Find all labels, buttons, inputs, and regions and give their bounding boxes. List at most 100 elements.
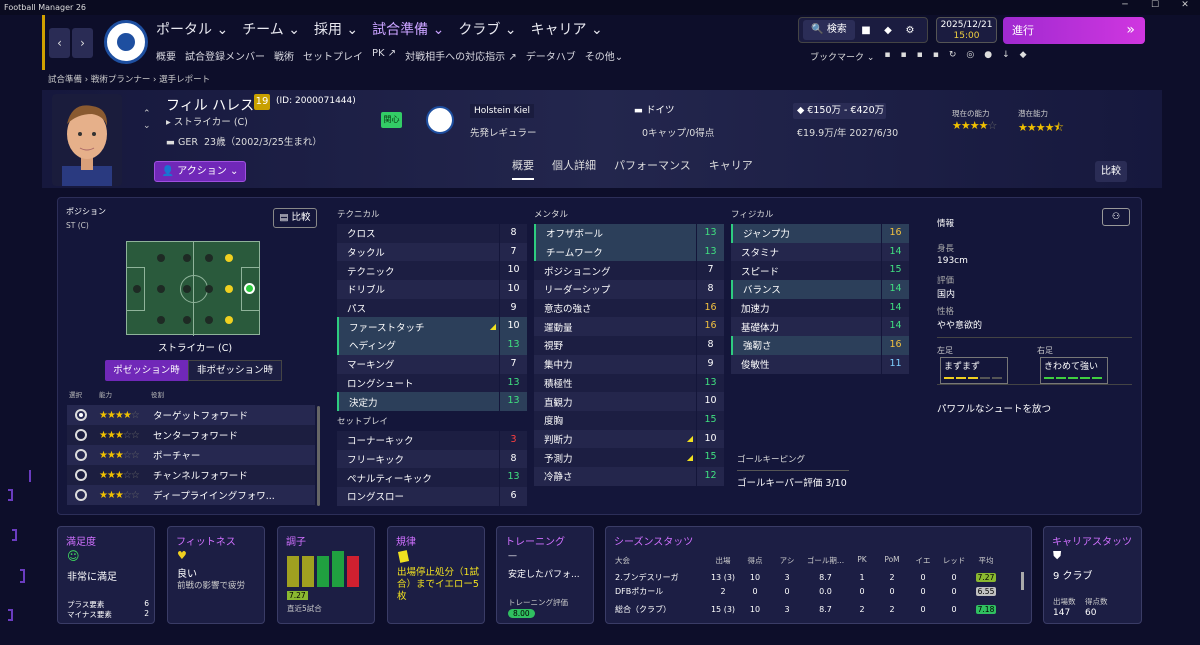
shirt-icon[interactable]: ▪ — [901, 50, 907, 63]
bookmark-icon[interactable]: ■ — [855, 25, 877, 36]
attribute-row[interactable]: 度胸 15 — [534, 410, 724, 430]
attribute-row[interactable]: ロングスロー 6 — [337, 486, 527, 506]
download-icon[interactable]: ↓ — [1002, 50, 1010, 63]
nav-portal[interactable]: ポータル ⌄ — [156, 19, 228, 39]
attribute-row[interactable]: クロス 8 — [337, 224, 527, 243]
attribute-row[interactable]: ロングシュート 13 — [337, 373, 527, 393]
career-stats-card[interactable]: キャリアスタッツ ⛊ 9 クラブ 出場数 147 得点数 60 — [1043, 526, 1142, 624]
role-row[interactable]: ★★★☆☆ ポーチャー — [67, 445, 315, 465]
attribute-row[interactable]: パス 9 — [337, 298, 527, 318]
fitness-card[interactable]: フィットネス ♥ 良い 前戦の影響で疲労 — [167, 526, 265, 624]
search-button[interactable]: 🔍 検索 — [803, 20, 855, 40]
gear-icon[interactable]: ⚙ — [899, 25, 921, 36]
interest-badge[interactable]: 関心 — [381, 112, 402, 128]
position-compare-button[interactable]: ▤ 比較 — [273, 208, 317, 228]
season-row[interactable]: 総合（クラブ） 15 (3) 10 3 8.7 2 2 0 0 7.18 — [615, 602, 1025, 616]
people-icon[interactable]: ▪ — [933, 50, 939, 63]
nav-club[interactable]: クラブ ⌄ — [458, 19, 516, 39]
attribute-row[interactable]: 集中力 9 — [534, 354, 724, 374]
attribute-row[interactable]: スピード 15 — [731, 261, 909, 281]
ball-icon[interactable]: ● — [984, 50, 992, 63]
crumb-1[interactable]: 戦術プランナー — [91, 75, 151, 85]
action-button[interactable]: 👤 アクション ⌄ — [154, 161, 246, 182]
attribute-row[interactable]: ファーストタッチ ◢ 10 — [337, 317, 527, 337]
attribute-row[interactable]: タックル 7 — [337, 242, 527, 262]
attribute-row[interactable]: 意志の強さ 16 — [534, 298, 724, 318]
role-radio[interactable] — [75, 429, 87, 441]
attribute-row[interactable]: バランス 14 — [731, 280, 909, 299]
minimize-icon[interactable]: ─ — [1110, 0, 1140, 10]
role-row[interactable]: ★★★☆☆ ディープライイングフォワ... — [67, 485, 315, 505]
maximize-icon[interactable]: ☐ — [1140, 0, 1170, 10]
role-row[interactable]: ★★★★☆ ターゲットフォワード — [67, 405, 315, 425]
nav-team[interactable]: チーム ⌄ — [242, 19, 300, 39]
tab-personal[interactable]: 個人詳細 — [552, 157, 596, 180]
tab-career[interactable]: キャリア — [709, 157, 753, 180]
role-radio[interactable] — [75, 449, 87, 461]
close-icon[interactable]: ✕ — [1170, 0, 1200, 10]
attribute-row[interactable]: マーキング 7 — [337, 354, 527, 374]
club-name[interactable]: Holstein Kiel — [470, 104, 535, 118]
role-row[interactable]: ★★★☆☆ チャンネルフォワード — [67, 465, 315, 485]
attribute-row[interactable]: フリーキック 8 — [337, 449, 527, 469]
season-row[interactable]: 2.ブンデスリーガ 13 (3) 10 3 8.7 1 2 0 0 7.27 — [615, 570, 1025, 584]
shield-icon[interactable]: ◆ — [877, 25, 899, 36]
season-scrollbar[interactable] — [1021, 572, 1024, 590]
out-possession-toggle[interactable]: 非ポゼッション時 — [188, 360, 282, 381]
date-display[interactable]: 2025/12/21 15:00 — [936, 17, 997, 43]
attribute-row[interactable]: 予測力 ◢ 15 — [534, 448, 724, 467]
chat-icon[interactable]: ▪ — [884, 50, 890, 63]
attribute-row[interactable]: ヘディング 13 — [337, 336, 527, 355]
club-crest-icon[interactable] — [104, 20, 148, 64]
subnav-pk[interactable]: PK ↗ — [372, 48, 396, 63]
attribute-row[interactable]: ペナルティーキック 13 — [337, 468, 527, 487]
subnav-tactics[interactable]: 戦術 — [274, 48, 294, 63]
person-info-icon[interactable]: ⚇ — [1102, 208, 1130, 226]
tab-overview[interactable]: 概要 — [512, 157, 534, 180]
back-button[interactable]: ‹ — [49, 28, 70, 58]
role-radio[interactable] — [75, 489, 87, 501]
discipline-card[interactable]: 規律 出場停止処分（1試合）までイエロー5枚 — [387, 526, 485, 624]
attribute-row[interactable]: 強靭さ 16 — [731, 336, 909, 355]
forward-button[interactable]: › — [72, 28, 93, 58]
refresh-icon[interactable]: ↻ — [949, 50, 957, 63]
nav-career[interactable]: キャリア ⌄ — [531, 19, 603, 39]
bookmarks-menu[interactable]: ブックマーク ⌄ — [810, 50, 874, 63]
attribute-row[interactable]: 判断力 ◢ 10 — [534, 429, 724, 449]
subnav-setpieces[interactable]: セットプレイ — [303, 48, 363, 63]
nav-match-prep[interactable]: 試合準備 ⌄ — [372, 19, 444, 39]
attribute-row[interactable]: 基礎体力 14 — [731, 317, 909, 337]
attribute-row[interactable]: 冷静さ 12 — [534, 466, 724, 486]
attribute-row[interactable]: ポジショニング 7 — [534, 261, 724, 281]
role-row[interactable]: ★★★☆☆ センターフォワード — [67, 425, 315, 445]
attribute-row[interactable]: 直観力 10 — [534, 392, 724, 411]
role-radio[interactable] — [75, 409, 87, 421]
attribute-row[interactable]: 運動量 16 — [534, 317, 724, 337]
subnav-squad[interactable]: 試合登録メンバー — [185, 48, 265, 63]
subnav-opposition[interactable]: 対戦相手への対応指示 ↗ — [405, 48, 517, 63]
satisfaction-card[interactable]: 満足度 ☺ 非常に満足 プラス要素 6 マイナス要素 2 — [57, 526, 155, 624]
player-switcher[interactable]: ⌃ ⌄ — [143, 108, 151, 132]
compare-button[interactable]: 比較 — [1095, 161, 1127, 182]
attribute-row[interactable]: コーナーキック 3 — [337, 430, 527, 450]
training-card[interactable]: トレーニング — 安定したパフォ... トレーニング評価 8.00 — [496, 526, 594, 624]
attribute-row[interactable]: 加速力 14 — [731, 298, 909, 318]
attribute-row[interactable]: ドリブル 10 — [337, 280, 527, 299]
attribute-row[interactable]: 決定力 13 — [337, 392, 527, 411]
attribute-row[interactable]: スタミナ 14 — [731, 242, 909, 262]
role-radio[interactable] — [75, 469, 87, 481]
attribute-row[interactable]: オフザボール 13 — [534, 224, 724, 243]
subnav-more[interactable]: その他⌄ — [585, 48, 623, 63]
form-card[interactable]: 調子 7.27 直近5試合 — [277, 526, 375, 624]
club-badge-icon[interactable] — [426, 106, 454, 134]
tab-performance[interactable]: パフォーマンス — [614, 157, 691, 180]
target-icon[interactable]: ◎ — [966, 50, 974, 63]
subnav-datahub[interactable]: データハブ — [526, 48, 576, 63]
subnav-overview[interactable]: 概要 — [156, 48, 176, 63]
attribute-row[interactable]: チームワーク 13 — [534, 242, 724, 262]
clipboard-icon[interactable]: ▪ — [917, 50, 923, 63]
badge-icon[interactable]: ◆ — [1020, 50, 1027, 63]
role-scrollbar[interactable] — [317, 406, 320, 506]
attribute-row[interactable]: テクニック 10 — [337, 261, 527, 281]
attribute-row[interactable]: 視野 8 — [534, 336, 724, 355]
